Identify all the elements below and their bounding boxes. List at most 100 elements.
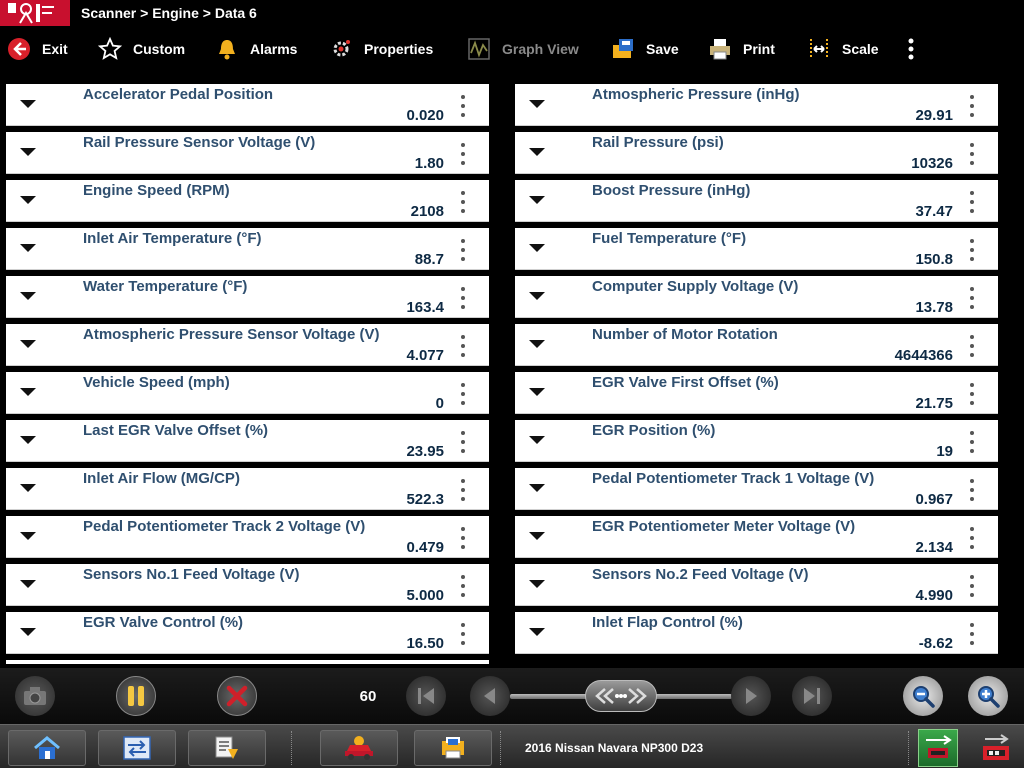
caret-down-icon[interactable] xyxy=(20,340,36,348)
caret-down-icon[interactable] xyxy=(20,388,36,396)
caret-down-icon[interactable] xyxy=(20,532,36,540)
caret-down-icon[interactable] xyxy=(20,628,36,636)
more-vertical-icon[interactable] xyxy=(457,430,469,454)
param-row[interactable]: Boost Pressure (inHg) 37.47 xyxy=(515,180,998,222)
more-vertical-icon[interactable] xyxy=(966,526,978,550)
param-row[interactable]: EGR Valve Control (%) 16.50 xyxy=(6,612,489,654)
more-vertical-icon[interactable] xyxy=(966,190,978,214)
caret-down-icon[interactable] xyxy=(529,100,545,108)
next-frame-button[interactable] xyxy=(731,676,771,716)
param-row[interactable]: Sensors No.2 Feed Voltage (V) 4.990 xyxy=(515,564,998,606)
caret-down-icon[interactable] xyxy=(529,340,545,348)
more-vertical-icon[interactable] xyxy=(457,94,469,118)
param-row[interactable]: Fuel Temperature (°F) 150.8 xyxy=(515,228,998,270)
param-row[interactable]: Water Temperature (°F) 163.4 xyxy=(6,276,489,318)
more-vertical-icon[interactable] xyxy=(966,478,978,502)
caret-down-icon[interactable] xyxy=(20,148,36,156)
more-vertical-icon[interactable] xyxy=(457,382,469,406)
caret-down-icon[interactable] xyxy=(529,292,545,300)
param-row[interactable]: Engine Speed (RPM) 2108 xyxy=(6,180,489,222)
scroll-thumb[interactable] xyxy=(585,680,657,712)
more-vertical-icon[interactable] xyxy=(966,142,978,166)
caret-down-icon[interactable] xyxy=(529,148,545,156)
param-row[interactable]: Vehicle Speed (mph) 0 xyxy=(6,372,489,414)
save-button[interactable]: Save xyxy=(610,34,679,64)
stop-button[interactable] xyxy=(217,676,257,716)
home-button[interactable] xyxy=(8,730,86,766)
caret-down-icon[interactable] xyxy=(529,580,545,588)
caret-down-icon[interactable] xyxy=(529,532,545,540)
caret-down-icon[interactable] xyxy=(20,436,36,444)
caret-down-icon[interactable] xyxy=(529,388,545,396)
param-row[interactable]: Atmospheric Pressure (inHg) 29.91 xyxy=(515,84,998,126)
exit-button[interactable]: Exit xyxy=(6,34,68,64)
screen-transfer-button[interactable] xyxy=(98,730,176,766)
alarms-button[interactable]: Alarms xyxy=(214,34,297,64)
caret-down-icon[interactable] xyxy=(20,580,36,588)
camera-button[interactable] xyxy=(15,676,55,716)
caret-down-icon[interactable] xyxy=(529,244,545,252)
more-vertical-icon[interactable] xyxy=(457,334,469,358)
caret-down-icon[interactable] xyxy=(529,484,545,492)
print-button[interactable]: Print xyxy=(707,34,775,64)
param-row[interactable]: Computer Supply Voltage (V) 13.78 xyxy=(515,276,998,318)
more-vertical-icon[interactable] xyxy=(966,430,978,454)
more-vertical-icon[interactable] xyxy=(966,286,978,310)
caret-down-icon[interactable] xyxy=(20,484,36,492)
properties-button[interactable]: Properties xyxy=(328,34,433,64)
more-vertical-icon[interactable] xyxy=(966,334,978,358)
param-row[interactable]: Rail Pressure Sensor Voltage (V) 1.80 xyxy=(6,132,489,174)
zoom-in-button[interactable] xyxy=(968,676,1008,716)
scale-button[interactable]: Scale xyxy=(806,34,879,64)
more-vertical-icon[interactable] xyxy=(457,478,469,502)
first-frame-button[interactable] xyxy=(406,676,446,716)
more-vertical-icon[interactable] xyxy=(966,574,978,598)
param-row[interactable]: Inlet Flap Control (%) -8.62 xyxy=(515,612,998,654)
pause-button[interactable] xyxy=(116,676,156,716)
graph-view-button[interactable]: Graph View xyxy=(466,34,579,64)
last-frame-button[interactable] xyxy=(792,676,832,716)
more-vertical-icon[interactable] xyxy=(457,622,469,646)
print-queue-button[interactable] xyxy=(414,730,492,766)
param-row[interactable]: Inlet Air Temperature (°F) 88.7 xyxy=(6,228,489,270)
data-manager-button[interactable] xyxy=(188,730,266,766)
caret-down-icon[interactable] xyxy=(20,292,36,300)
more-vertical-icon[interactable] xyxy=(457,526,469,550)
param-row[interactable]: Pedal Potentiometer Track 1 Voltage (V) … xyxy=(515,468,998,510)
more-vertical-icon[interactable] xyxy=(457,142,469,166)
caret-down-icon[interactable] xyxy=(20,244,36,252)
device-status-button[interactable] xyxy=(976,729,1016,767)
more-vertical-icon[interactable] xyxy=(457,190,469,214)
previous-frame-button[interactable] xyxy=(470,676,510,716)
param-row[interactable]: Accelerator Pedal Position 0.020 xyxy=(6,84,489,126)
more-vertical-icon[interactable] xyxy=(966,622,978,646)
more-vertical-icon[interactable] xyxy=(966,94,978,118)
custom-button[interactable]: Custom xyxy=(97,34,185,64)
connection-status-button[interactable] xyxy=(918,729,958,767)
param-row[interactable]: Rail Pressure (psi) 10326 xyxy=(515,132,998,174)
save-label: Save xyxy=(646,41,679,57)
more-vertical-icon[interactable] xyxy=(457,574,469,598)
param-row[interactable]: Pedal Potentiometer Track 2 Voltage (V) … xyxy=(6,516,489,558)
more-vertical-icon[interactable] xyxy=(457,286,469,310)
caret-down-icon[interactable] xyxy=(20,100,36,108)
more-menu-button[interactable] xyxy=(904,34,918,64)
caret-down-icon[interactable] xyxy=(20,196,36,204)
caret-down-icon[interactable] xyxy=(529,196,545,204)
param-row[interactable]: Number of Motor Rotation 4644366 xyxy=(515,324,998,366)
param-row[interactable]: EGR Position (%) 19 xyxy=(515,420,998,462)
param-name: Fuel Temperature (°F) xyxy=(592,230,747,247)
more-vertical-icon[interactable] xyxy=(966,238,978,262)
param-row[interactable]: Sensors No.1 Feed Voltage (V) 5.000 xyxy=(6,564,489,606)
caret-down-icon[interactable] xyxy=(529,628,545,636)
param-row[interactable]: EGR Potentiometer Meter Voltage (V) 2.13… xyxy=(515,516,998,558)
more-vertical-icon[interactable] xyxy=(966,382,978,406)
more-vertical-icon[interactable] xyxy=(457,238,469,262)
param-row[interactable]: Inlet Air Flow (MG/CP) 522.3 xyxy=(6,468,489,510)
param-row[interactable]: EGR Valve First Offset (%) 21.75 xyxy=(515,372,998,414)
param-row[interactable]: Atmospheric Pressure Sensor Voltage (V) … xyxy=(6,324,489,366)
param-row[interactable]: Last EGR Valve Offset (%) 23.95 xyxy=(6,420,489,462)
caret-down-icon[interactable] xyxy=(529,436,545,444)
zoom-out-button[interactable] xyxy=(903,676,943,716)
vehicle-scanner-button[interactable] xyxy=(320,730,398,766)
